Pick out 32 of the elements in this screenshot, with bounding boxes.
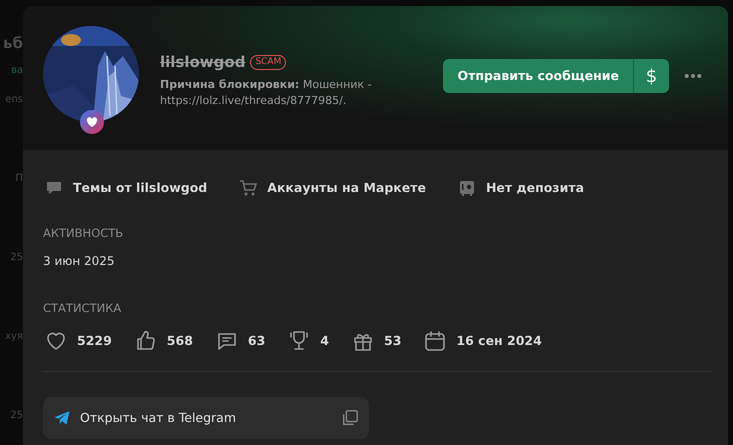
money-button[interactable]: $ <box>634 59 669 93</box>
stat-value: 5229 <box>77 332 112 350</box>
background-text: ва <box>10 64 23 78</box>
copy-icon <box>341 409 359 428</box>
background-text: 25 <box>10 250 23 264</box>
section-title: АКТИВНОСТЬ <box>43 224 124 242</box>
username: lilslowgod <box>160 52 246 73</box>
background-text: ens <box>5 92 23 106</box>
background-text: хуя <box>5 330 23 344</box>
cart-icon <box>239 179 258 198</box>
profile-link[interactable]: Темы от lilslowgod <box>45 179 208 198</box>
more-icon[interactable] <box>684 73 702 79</box>
stat-value: 63 <box>248 332 266 350</box>
stat-value: 4 <box>320 332 329 350</box>
send-message-button[interactable]: Отправить сообщение <box>443 59 634 93</box>
paper-plane-icon <box>53 409 71 428</box>
calendar-icon <box>423 329 448 354</box>
stat-value: 53 <box>384 332 402 350</box>
safe-icon <box>458 179 476 198</box>
background-text: П <box>15 172 23 186</box>
profile-link[interactable]: Аккаунты на Маркете <box>239 179 426 198</box>
activity-date: 3 июн 2025 <box>43 253 116 270</box>
profile-link[interactable]: Нет депозита <box>458 179 584 198</box>
background-text: 25 <box>10 408 23 422</box>
section-title: СТАТИСТИКА <box>43 300 122 317</box>
scam-badge: SCAM <box>250 54 286 70</box>
ban-reason: Причина блокировки: Мошенник - https://lolz.live/threads/8777985/. <box>160 76 373 108</box>
telegram-button[interactable]: Открыть чат в Telegram <box>43 397 369 440</box>
background-text: ьб <box>3 33 23 54</box>
stat-value: 568 <box>166 332 193 350</box>
heart-badge-icon <box>80 110 104 134</box>
stat-value: 16 сен 2024 <box>456 332 542 350</box>
